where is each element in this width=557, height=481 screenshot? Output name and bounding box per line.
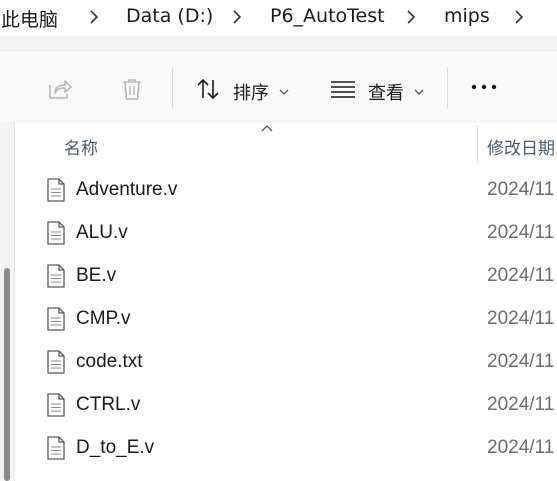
toolbar-divider xyxy=(172,67,173,109)
file-modified-date: 2024/11 xyxy=(487,394,555,415)
trash-icon xyxy=(120,77,144,106)
file-row[interactable]: CMP.v 2024/11 xyxy=(15,298,557,341)
chevron-down-icon xyxy=(414,83,424,101)
command-bar: 排序 查看 xyxy=(0,50,557,124)
file-name: D_to_E.v xyxy=(76,437,155,458)
file-modified-date: 2024/11 xyxy=(487,179,555,200)
file-name: Adventure.v xyxy=(76,179,178,200)
file-row[interactable]: BE.v 2024/11 xyxy=(15,255,557,298)
chevron-right-icon[interactable] xyxy=(86,9,102,25)
breadcrumb-item-this-pc[interactable]: 此电脑 xyxy=(1,5,58,32)
more-options-button[interactable] xyxy=(470,77,498,101)
text-file-icon xyxy=(47,393,65,417)
chevron-down-icon xyxy=(279,83,289,101)
share-button[interactable] xyxy=(47,77,73,106)
file-modified-date: 2024/11 xyxy=(487,437,555,458)
file-row[interactable]: ALU.v 2024/11 xyxy=(15,212,557,255)
toolbar-divider xyxy=(447,67,448,109)
view-button[interactable]: 查看 xyxy=(330,78,424,105)
chevron-right-icon[interactable] xyxy=(403,9,419,25)
text-file-icon xyxy=(47,264,65,288)
file-name: CMP.v xyxy=(76,308,131,329)
column-divider[interactable] xyxy=(477,125,478,165)
chevron-right-icon[interactable] xyxy=(511,9,527,25)
navigation-pane-scrollbar[interactable] xyxy=(4,268,10,481)
list-view-icon xyxy=(330,78,356,105)
file-name: BE.v xyxy=(76,265,117,286)
file-row[interactable]: code.txt 2024/11 xyxy=(15,341,557,384)
text-file-icon xyxy=(47,350,65,374)
file-row[interactable]: D_to_E.v 2024/11 xyxy=(15,427,557,470)
text-file-icon xyxy=(47,307,65,331)
text-file-icon xyxy=(47,436,65,460)
sort-button[interactable]: 排序 xyxy=(195,77,289,106)
sort-icon xyxy=(195,77,221,106)
chevron-right-icon[interactable] xyxy=(229,9,245,25)
file-modified-date: 2024/11 xyxy=(487,265,555,286)
sort-ascending-icon xyxy=(260,121,274,139)
file-name: ALU.v xyxy=(76,222,128,243)
file-name: code.txt xyxy=(76,351,143,372)
share-icon xyxy=(47,77,73,106)
file-modified-date: 2024/11 xyxy=(487,351,555,372)
file-name: CTRL.v xyxy=(76,394,141,415)
text-file-icon xyxy=(47,178,65,202)
file-modified-date: 2024/11 xyxy=(487,308,555,329)
breadcrumb: 此电脑 Data (D:) P6_AutoTest mips xyxy=(0,0,557,36)
view-label: 查看 xyxy=(368,82,404,104)
breadcrumb-item-drive[interactable]: Data (D:) xyxy=(126,5,213,27)
more-icon xyxy=(470,75,498,104)
text-file-icon xyxy=(47,221,65,245)
file-row[interactable]: Adventure.v 2024/11 xyxy=(15,169,557,212)
column-header-modified[interactable]: 修改日期 xyxy=(487,134,555,159)
file-row[interactable]: CTRL.v 2024/11 xyxy=(15,384,557,427)
delete-button[interactable] xyxy=(120,77,144,106)
sort-label: 排序 xyxy=(233,82,269,104)
breadcrumb-item-current[interactable]: mips xyxy=(444,5,490,27)
address-bar-spacer xyxy=(0,36,557,50)
file-modified-date: 2024/11 xyxy=(487,222,555,243)
breadcrumb-item-folder[interactable]: P6_AutoTest xyxy=(270,5,385,27)
column-header-name[interactable]: 名称 xyxy=(64,134,98,159)
